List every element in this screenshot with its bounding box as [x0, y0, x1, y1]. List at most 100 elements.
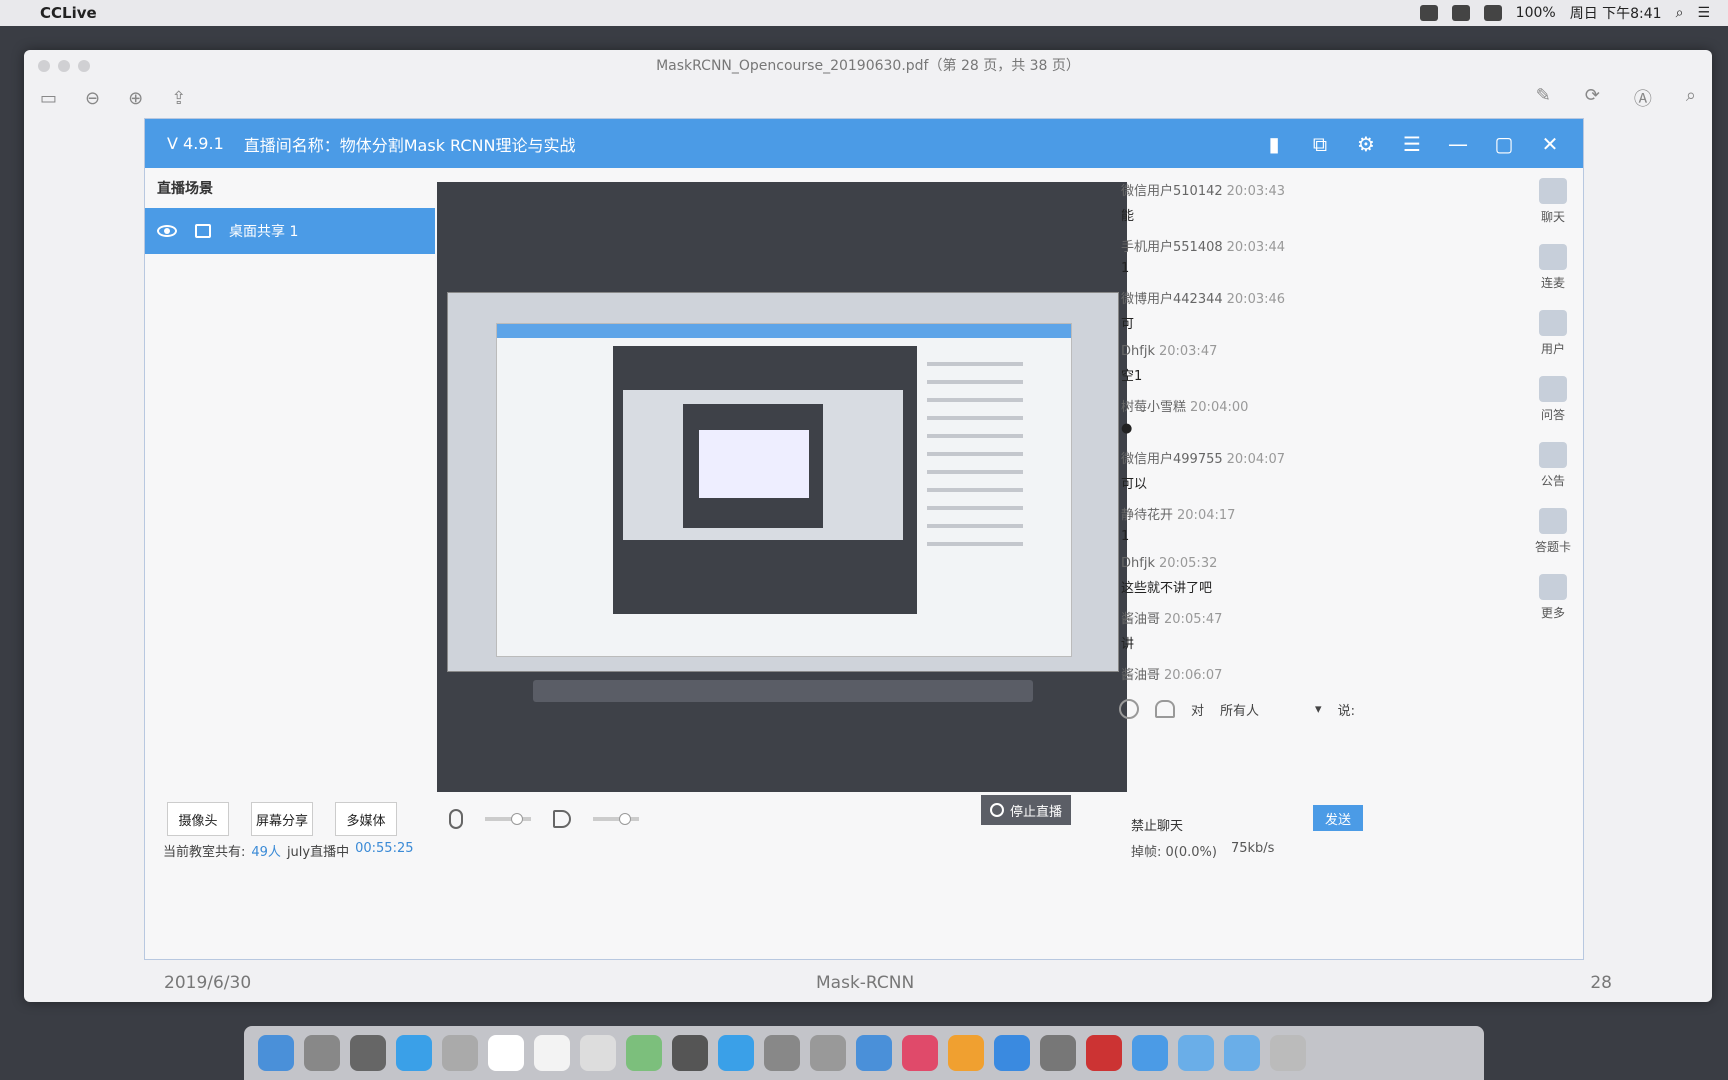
trash-icon[interactable] — [1270, 1035, 1306, 1071]
multimedia-button[interactable]: 多媒体 — [335, 802, 397, 836]
share-icon[interactable]: ⇪ — [171, 88, 186, 109]
zoom-in-icon[interactable]: ⊕ — [128, 88, 143, 109]
annotate-icon[interactable]: Ⓐ — [1634, 85, 1652, 111]
sidebar-item-users[interactable]: 用户 — [1523, 300, 1583, 366]
system-preferences-icon[interactable] — [1040, 1035, 1076, 1071]
notice-icon — [1539, 441, 1567, 468]
live-preview — [437, 182, 1127, 792]
menubar-app-name[interactable]: CCLive — [40, 4, 97, 22]
preview-app-icon[interactable] — [442, 1035, 478, 1071]
books-icon[interactable] — [948, 1035, 984, 1071]
chat-message: 微博用户442344 20:03:46 可 — [1121, 292, 1286, 332]
preview-dock — [533, 680, 1033, 702]
music-icon[interactable] — [902, 1035, 938, 1071]
speaker-volume-slider[interactable] — [593, 813, 639, 825]
live-duration: 00:55:25 — [355, 841, 414, 856]
chevron-down-icon[interactable]: ▾ — [1315, 702, 1322, 717]
emoji-icon[interactable] — [1119, 699, 1139, 719]
folder-icon[interactable] — [1224, 1035, 1260, 1071]
chat-to-label: 对 — [1191, 703, 1205, 719]
preview-nested-desktop — [447, 292, 1119, 672]
menu-list-icon[interactable]: ☰ — [1697, 5, 1710, 21]
notes-icon[interactable] — [534, 1035, 570, 1071]
chat-message: 静待花开 20:04:17 1 — [1121, 508, 1236, 544]
pdf-title[interactable]: MaskRCNN_Opencourse_20190630.pdf（第 28 页，… — [656, 55, 1080, 75]
sidebar-item-mic-link[interactable]: 连麦 — [1523, 234, 1583, 300]
mute-chat-label[interactable]: 禁止聊天 — [1131, 815, 1183, 834]
stop-icon — [989, 803, 1004, 817]
sidebar-item-chat[interactable]: 聊天 — [1523, 168, 1583, 234]
eye-icon[interactable] — [157, 225, 177, 237]
cclive-window: V 4.9.1 直播间名称：物体分割Mask RCNN理论与实战 ▮ ⧉ ⚙ ☰… — [144, 118, 1584, 960]
screen-share-button[interactable]: 屏幕分享 — [251, 802, 313, 836]
battery-percent[interactable]: 100% — [1516, 5, 1556, 21]
calendar-icon[interactable] — [488, 1035, 524, 1071]
pdf-page-footer: 2019/6/30 Mask-RCNN 28 — [24, 968, 1712, 998]
sidebar-item-qa[interactable]: 问答 — [1523, 366, 1583, 432]
safari-icon[interactable] — [396, 1035, 432, 1071]
folder-icon[interactable] — [1178, 1035, 1214, 1071]
numbers-icon[interactable] — [810, 1035, 846, 1071]
search-icon[interactable]: ⌕ — [1686, 85, 1696, 111]
gear-icon[interactable]: ⚙ — [1355, 132, 1377, 156]
chat-message: 树莓小雪糕 20:04:00 ● — [1121, 396, 1393, 436]
launchpad-icon[interactable] — [304, 1035, 340, 1071]
popout-icon[interactable]: ⧉ — [1309, 132, 1331, 156]
menu-icon[interactable]: ☰ — [1401, 132, 1423, 156]
scene-item-desktop-share[interactable]: 桌面共享 1 — [145, 208, 435, 254]
close-window-button[interactable] — [38, 60, 50, 72]
spotlight-icon[interactable]: ⌕ — [1676, 5, 1684, 21]
reminders-icon[interactable] — [580, 1035, 616, 1071]
send-button[interactable]: 发送 — [1313, 805, 1363, 831]
chat-message: 微信用户510142 20:03:43 能 — [1121, 184, 1286, 224]
macos-dock — [244, 1026, 1484, 1080]
minimize-icon[interactable]: — — [1447, 132, 1469, 156]
mic-volume-slider[interactable] — [485, 813, 531, 825]
footer-page-number: 28 — [1590, 973, 1612, 993]
finder-icon[interactable] — [258, 1035, 294, 1071]
scene-panel-header: 直播场景 — [157, 181, 213, 197]
link-icon — [1539, 243, 1567, 270]
minimize-window-button[interactable] — [58, 60, 70, 72]
status-icon[interactable] — [1451, 5, 1470, 21]
speaker-icon[interactable] — [553, 810, 571, 828]
macos-menubar: CCLive 100% 周日 下午8:41 ⌕ ☰ — [0, 0, 1728, 26]
chat-target-select[interactable]: 所有人 — [1220, 700, 1259, 719]
microphone-icon[interactable] — [449, 809, 463, 829]
facetime-icon[interactable] — [764, 1035, 800, 1071]
rocket-icon[interactable] — [350, 1035, 386, 1071]
chat-message: 手机用户551408 20:03:44 1 — [1121, 240, 1286, 276]
scene-item-label: 桌面共享 1 — [229, 224, 299, 240]
wechat-icon[interactable] — [1419, 5, 1438, 21]
photos-icon[interactable] — [672, 1035, 708, 1071]
stop-live-button[interactable]: 停止直播 — [981, 795, 1071, 825]
rotate-icon[interactable]: ⟳ — [1585, 85, 1600, 111]
menubar-status: 100% 周日 下午8:41 ⌕ ☰ — [1419, 3, 1710, 23]
keynote-icon[interactable] — [856, 1035, 892, 1071]
wifi-icon[interactable] — [1483, 5, 1502, 21]
zoom-window-button[interactable] — [78, 60, 90, 72]
footer-date: 2019/6/30 — [164, 973, 252, 993]
sidebar-item-answer-card[interactable]: 答题卡 — [1523, 498, 1583, 564]
markup-pen-icon[interactable]: ✎ — [1536, 85, 1551, 111]
messages-icon[interactable] — [718, 1035, 754, 1071]
sidebar-item-notice[interactable]: 公告 — [1523, 432, 1583, 498]
youdao-icon[interactable] — [1086, 1035, 1122, 1071]
camera-button[interactable]: 摄像头 — [167, 802, 229, 836]
app-store-icon[interactable] — [994, 1035, 1030, 1071]
close-icon[interactable]: ✕ — [1539, 132, 1561, 156]
maps-icon[interactable] — [626, 1035, 662, 1071]
maximize-icon[interactable]: ▢ — [1493, 132, 1515, 156]
sidebar-toggle-icon[interactable]: ▭ — [40, 88, 57, 109]
pdf-toolbar: ▭ ⊖ ⊕ ⇪ ✎ ⟳ Ⓐ ⌕ — [24, 80, 1712, 116]
network-status: 掉帧: 0(0.0%) 75kb/s — [1131, 841, 1274, 860]
menubar-clock[interactable]: 周日 下午8:41 — [1570, 3, 1662, 23]
zoom-out-icon[interactable]: ⊖ — [85, 88, 100, 109]
room-name: 直播间名称：物体分割Mask RCNN理论与实战 — [243, 135, 576, 155]
user-select-icon[interactable] — [1155, 700, 1175, 718]
right-sidebar: 聊天 连麦 用户 问答 公告 答题卡 更多 — [1523, 168, 1583, 688]
cclive-dock-icon[interactable] — [1132, 1035, 1168, 1071]
sidebar-item-more[interactable]: 更多 — [1523, 564, 1583, 630]
window-controls — [38, 60, 90, 72]
chat-list: 微信用户510142 20:03:43 能 手机用户551408 20:03:44 1 … — [1113, 168, 1393, 748]
